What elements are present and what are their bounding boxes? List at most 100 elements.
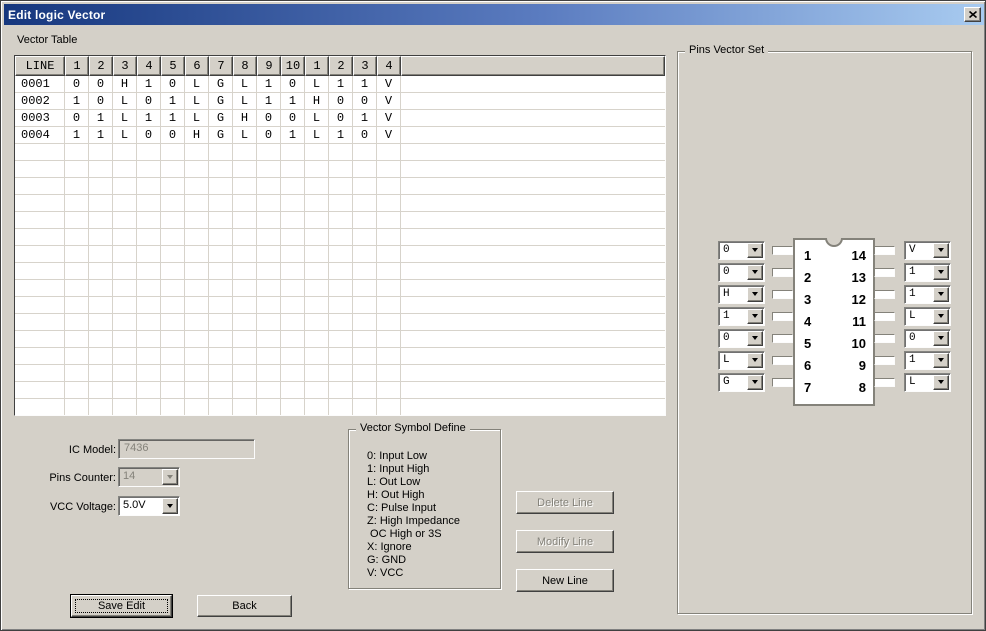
column-header-10[interactable]: 10 xyxy=(281,56,305,76)
empty-cell xyxy=(65,144,89,161)
pin-4-dropdown-button[interactable] xyxy=(747,308,763,324)
vector-table[interactable]: LINE 1 2 3 4 5 6 7 8 9 10 1 2 3 4 0001 0 0 H 1 0 L G L 1 0 L 1 1 V 00… xyxy=(14,55,666,416)
pin-5-dropdown-button[interactable] xyxy=(747,330,763,346)
pin-12-dropdown-button[interactable] xyxy=(933,286,949,302)
column-header-12[interactable]: 2 xyxy=(329,56,353,76)
vector-value-cell: 0 xyxy=(65,76,89,93)
pin-3-dropdown-button[interactable] xyxy=(747,286,763,302)
pin-9-dropdown-button[interactable] xyxy=(933,352,949,368)
chip-pin-numbers-left: 1 2 3 4 5 6 7 xyxy=(804,245,811,399)
modify-line-button[interactable]: Modify Line xyxy=(516,530,614,553)
pin-10-dropdown-button[interactable] xyxy=(933,330,949,346)
pin-1-select[interactable]: 0 xyxy=(718,240,765,260)
pin-1-dropdown-button[interactable] xyxy=(747,242,763,258)
column-header-8[interactable]: 8 xyxy=(233,56,257,76)
empty-cell xyxy=(257,212,281,229)
column-header-14[interactable]: 4 xyxy=(377,56,401,76)
vcc-voltage-label: VCC Voltage: xyxy=(49,501,116,513)
pin-14-select[interactable]: V xyxy=(904,240,951,260)
empty-cell xyxy=(209,178,233,195)
new-line-button[interactable]: New Line xyxy=(516,569,614,592)
empty-cell xyxy=(15,314,65,331)
empty-table-row xyxy=(15,144,665,161)
pin-7-select[interactable]: G xyxy=(718,372,765,392)
empty-cell xyxy=(15,229,65,246)
pin-14-dropdown-button[interactable] xyxy=(933,242,949,258)
back-button[interactable]: Back xyxy=(197,595,292,617)
empty-cell xyxy=(161,382,185,399)
pin-2-dropdown-button[interactable] xyxy=(747,264,763,280)
empty-cell xyxy=(329,212,353,229)
empty-cell xyxy=(113,399,137,415)
empty-cell xyxy=(113,280,137,297)
table-row[interactable]: 0001 0 0 H 1 0 L G L 1 0 L 1 1 V xyxy=(15,76,665,93)
column-header-11[interactable]: 1 xyxy=(305,56,329,76)
pin-8-dropdown-button[interactable] xyxy=(933,374,949,390)
empty-cell xyxy=(161,246,185,263)
pin-3-select[interactable]: H xyxy=(718,284,765,304)
empty-cell xyxy=(89,246,113,263)
pin-11-select[interactable]: L xyxy=(904,306,951,326)
vector-value-cell: 0 xyxy=(353,93,377,110)
empty-cell xyxy=(305,399,329,415)
empty-cell xyxy=(185,263,209,280)
column-header-7[interactable]: 7 xyxy=(209,56,233,76)
vcc-voltage-select[interactable]: 5.0V xyxy=(118,496,180,516)
empty-cell xyxy=(257,229,281,246)
table-row[interactable]: 0002 1 0 L 0 1 L G L 1 1 H 0 0 V xyxy=(15,93,665,110)
column-header-5[interactable]: 5 xyxy=(161,56,185,76)
titlebar[interactable]: Edit logic Vector xyxy=(4,4,984,25)
empty-cell xyxy=(233,263,257,280)
vector-value-cell: L xyxy=(233,127,257,144)
column-header-6[interactable]: 6 xyxy=(185,56,209,76)
empty-cell xyxy=(15,212,65,229)
chevron-down-icon xyxy=(938,292,944,296)
empty-cell xyxy=(281,246,305,263)
pin-6-select[interactable]: L xyxy=(718,350,765,370)
pin-1-value: 0 xyxy=(723,243,730,256)
column-header-3[interactable]: 3 xyxy=(113,56,137,76)
vcc-voltage-dropdown-button[interactable] xyxy=(162,498,178,514)
column-header-1[interactable]: 1 xyxy=(65,56,89,76)
pin-8-select[interactable]: L xyxy=(904,372,951,392)
empty-cell xyxy=(353,246,377,263)
column-header-13[interactable]: 3 xyxy=(353,56,377,76)
empty-cell xyxy=(185,280,209,297)
vector-value-cell: V xyxy=(377,127,401,144)
pin-5-select[interactable]: 0 xyxy=(718,328,765,348)
table-row[interactable]: 0003 0 1 L 1 1 L G H 0 0 L 0 1 V xyxy=(15,110,665,127)
pin-7-dropdown-button[interactable] xyxy=(747,374,763,390)
table-row[interactable]: 0004 1 1 L 0 0 H G L 0 1 L 1 0 V xyxy=(15,127,665,144)
vector-value-cell: V xyxy=(377,110,401,127)
row-filler-cell xyxy=(401,161,665,178)
empty-cell xyxy=(353,331,377,348)
column-header-line[interactable]: LINE xyxy=(15,56,65,76)
pin-13-select[interactable]: 1 xyxy=(904,262,951,282)
pin-2-select[interactable]: 0 xyxy=(718,262,765,282)
pin-6-dropdown-button[interactable] xyxy=(747,352,763,368)
pin-9-select[interactable]: 1 xyxy=(904,350,951,370)
empty-cell xyxy=(89,229,113,246)
save-edit-button[interactable]: Save Edit xyxy=(70,594,173,618)
pin-12-select[interactable]: 1 xyxy=(904,284,951,304)
column-header-9[interactable]: 9 xyxy=(257,56,281,76)
empty-cell xyxy=(257,297,281,314)
pin-8-value: L xyxy=(909,375,916,388)
column-header-4[interactable]: 4 xyxy=(137,56,161,76)
close-button[interactable] xyxy=(964,7,981,22)
empty-cell xyxy=(305,314,329,331)
symbol-define-line: OC High or 3S xyxy=(367,528,442,540)
row-filler-cell xyxy=(401,110,665,127)
empty-cell xyxy=(233,331,257,348)
pin-10-select[interactable]: 0 xyxy=(904,328,951,348)
pin-11-dropdown-button[interactable] xyxy=(933,308,949,324)
ic-model-field[interactable]: 7436 xyxy=(118,439,255,459)
empty-cell xyxy=(65,382,89,399)
empty-cell xyxy=(257,314,281,331)
delete-line-button[interactable]: Delete Line xyxy=(516,491,614,514)
pin-4-select[interactable]: 1 xyxy=(718,306,765,326)
empty-cell xyxy=(305,280,329,297)
column-header-2[interactable]: 2 xyxy=(89,56,113,76)
empty-cell xyxy=(209,297,233,314)
pin-13-dropdown-button[interactable] xyxy=(933,264,949,280)
